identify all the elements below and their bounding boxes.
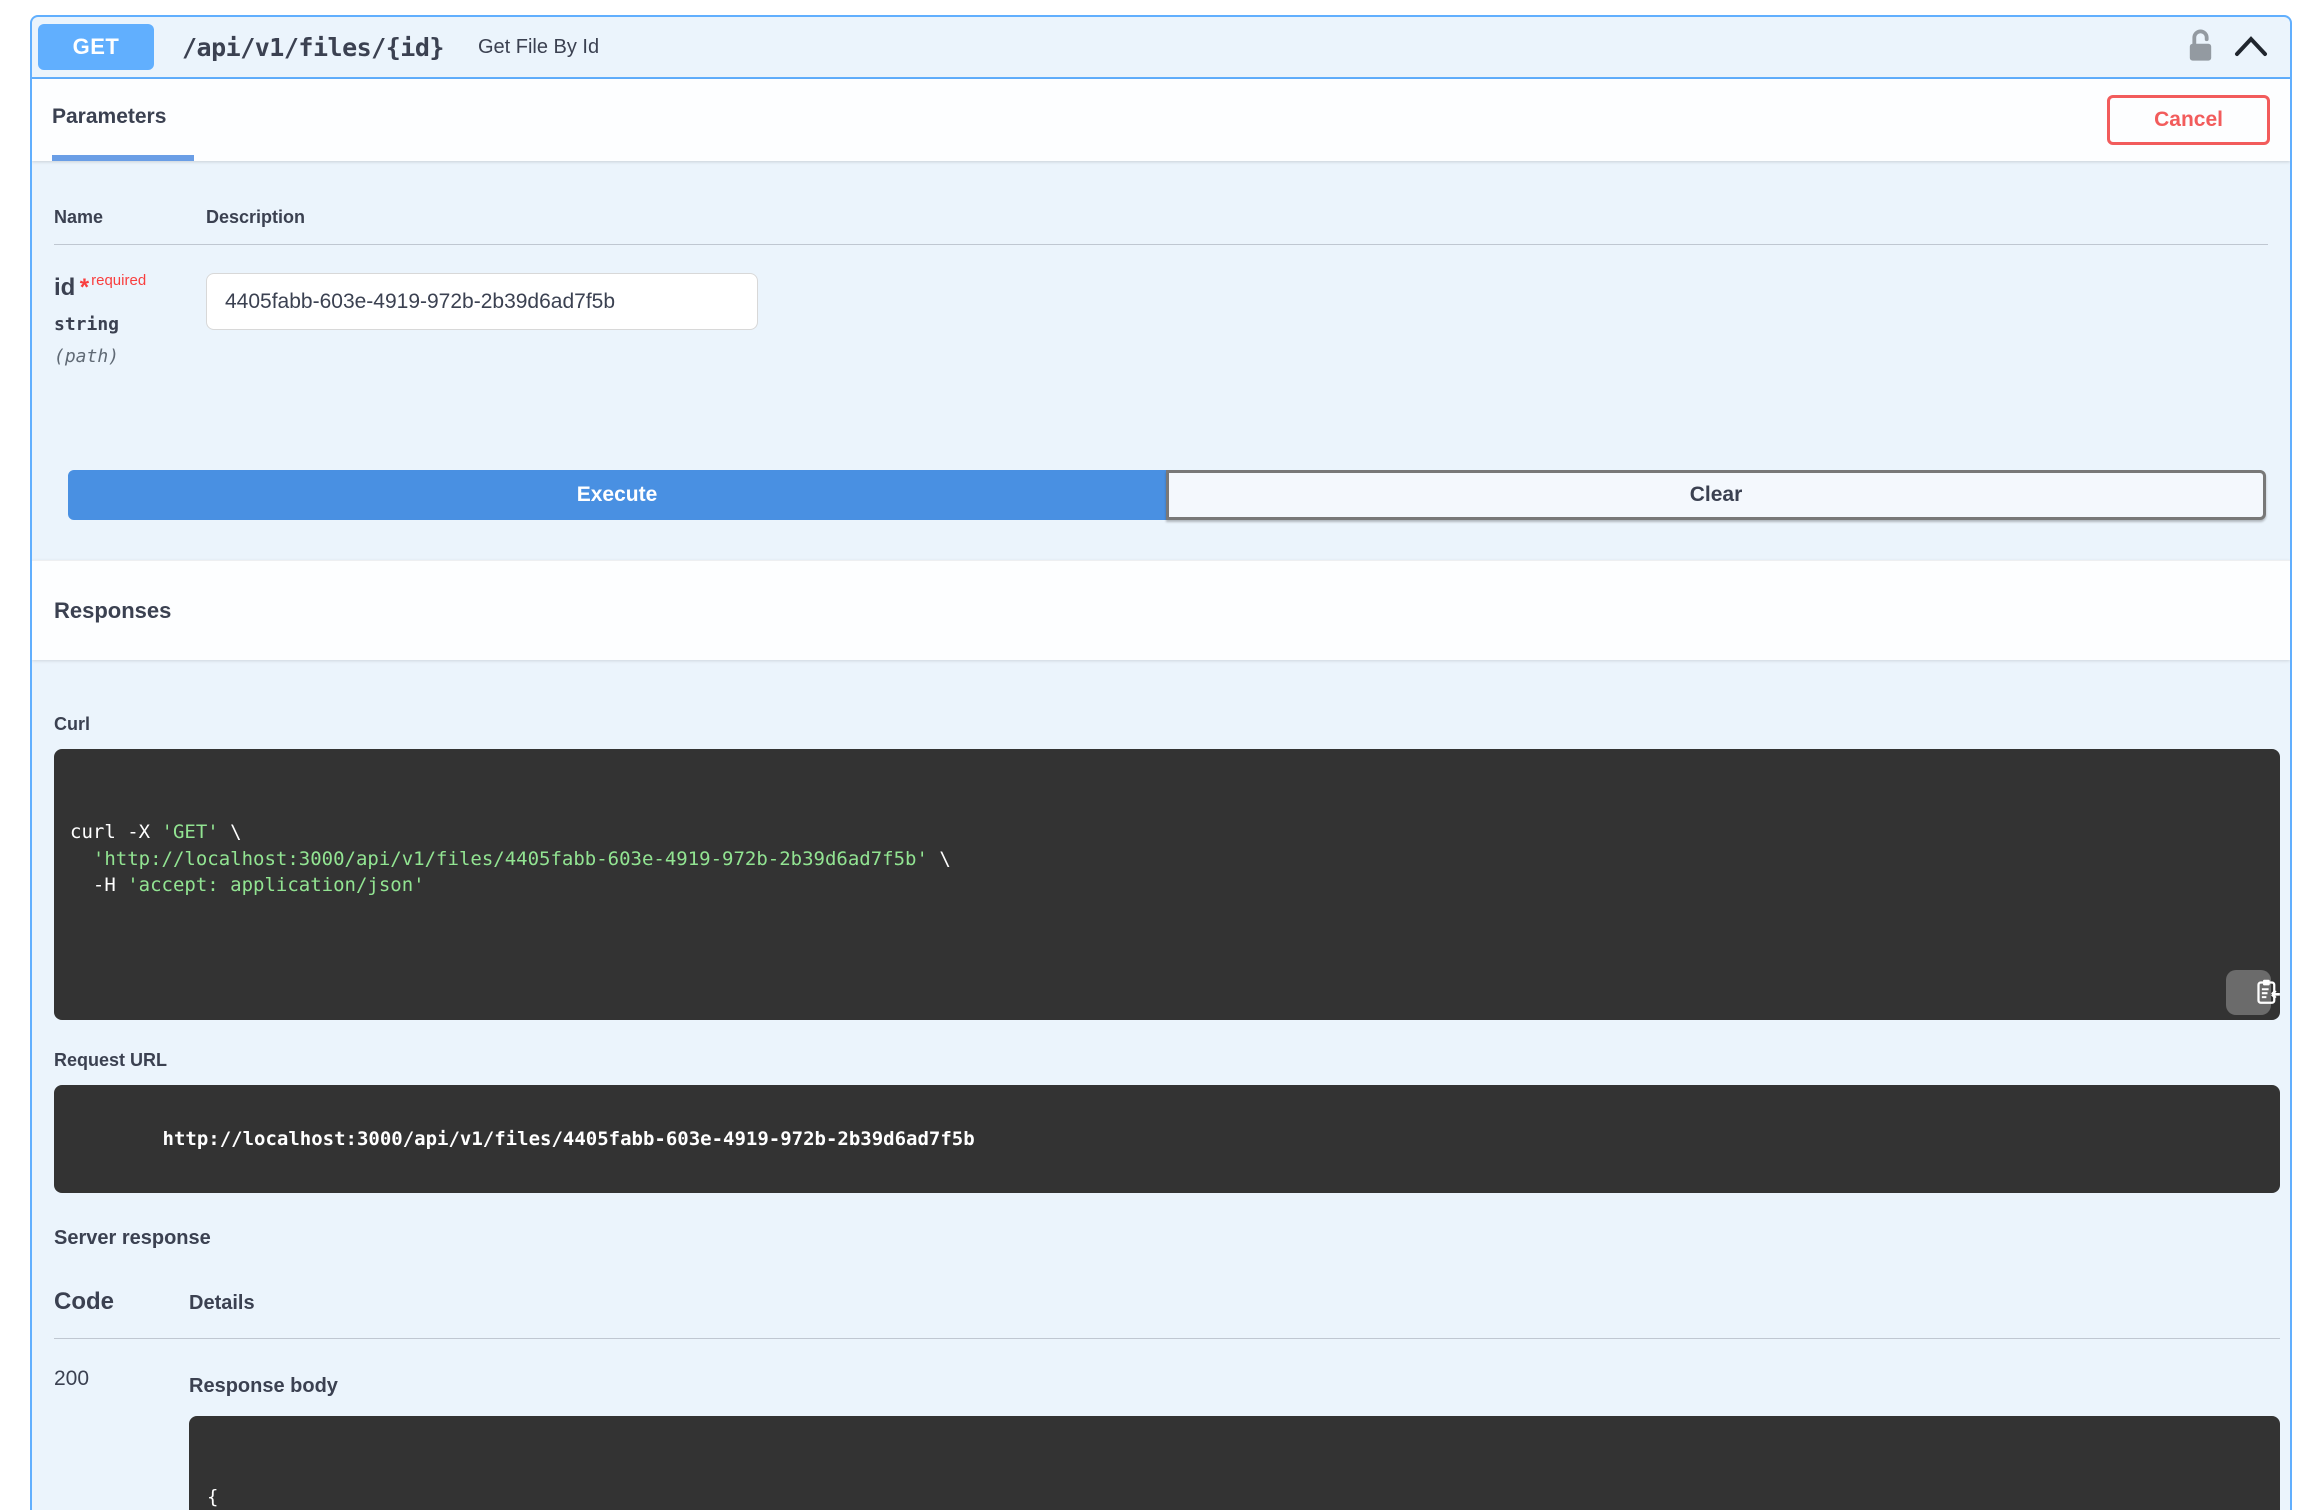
parameter-name: id — [54, 274, 76, 301]
curl-command-block: curl -X 'GET' \ 'http://localhost:3000/a… — [54, 749, 2280, 1020]
execute-button[interactable]: Execute — [68, 470, 1166, 520]
tab-parameters[interactable]: Parameters — [52, 79, 195, 161]
clear-button[interactable]: Clear — [1166, 470, 2266, 520]
collapse-button[interactable] — [2234, 35, 2268, 60]
column-header-description: Description — [206, 207, 306, 227]
parameter-name-cell: id * required string (path) — [54, 273, 206, 366]
column-header-name: Name — [54, 207, 104, 227]
parameters-section: Name Description id * required string (pa… — [32, 161, 2290, 560]
response-body-block: { "id": "4405fabb-603e-4919-972b-2b39d6a… — [189, 1415, 2280, 1510]
response-details-cell: Response body { "id": "4405fabb-603e-491… — [189, 1365, 2280, 1510]
tab-bar: Parameters Cancel — [32, 79, 2290, 161]
auth-lock-button[interactable] — [2187, 28, 2214, 66]
parameter-location: (path) — [54, 346, 120, 367]
curl-command-text: curl -X 'GET' \ 'http://localhost:3000/a… — [70, 821, 951, 896]
parameter-row-id: id * required string (path) — [54, 245, 2268, 366]
status-code: 200 — [54, 1366, 90, 1390]
required-label: required — [91, 272, 147, 289]
response-body-json: { "id": "4405fabb-603e-4919-972b-2b39d6a… — [207, 1485, 219, 1508]
required-star: * — [79, 274, 90, 301]
response-table-header: Code Details — [54, 1288, 2280, 1316]
chevron-up-icon — [2234, 35, 2268, 60]
request-url-section: Request URL http://localhost:3000/api/v1… — [54, 1050, 2280, 1193]
column-header-details: Details — [189, 1291, 255, 1314]
operation-block-get: GET /api/v1/files/{id} Get File By Id Pa… — [30, 15, 2292, 1510]
execute-button-group: Execute Clear — [68, 470, 2266, 520]
request-url-label: Request URL — [54, 1050, 168, 1070]
parameter-type: string — [54, 314, 120, 335]
clipboard-copy-icon — [2216, 963, 2280, 1021]
responses-section-header: Responses — [32, 560, 2290, 660]
id-parameter-input[interactable] — [206, 273, 758, 330]
operation-summary[interactable]: GET /api/v1/files/{id} Get File By Id — [32, 17, 2290, 79]
parameters-table-header: Name Description — [54, 207, 2268, 245]
cancel-button[interactable]: Cancel — [2107, 95, 2270, 145]
parameter-description-cell — [206, 273, 2268, 366]
unlock-icon — [2187, 28, 2214, 66]
endpoint-summary: Get File By Id — [477, 35, 600, 58]
response-row-200: 200 Response body { "id": "4405fabb-603e… — [54, 1365, 2280, 1510]
copy-to-clipboard-button[interactable] — [2226, 970, 2280, 1015]
response-table-divider — [54, 1337, 2280, 1339]
tab-parameters-label: Parameters — [52, 105, 167, 128]
column-header-code: Code — [54, 1287, 114, 1315]
responses-body: Curl curl -X 'GET' \ 'http://localhost:3… — [32, 660, 2290, 1510]
responses-title: Responses — [54, 597, 172, 623]
endpoint-path: /api/v1/files/{id} — [182, 32, 444, 62]
server-response-label: Server response — [54, 1226, 211, 1249]
response-body-label: Response body — [189, 1374, 338, 1397]
method-badge: GET — [38, 24, 154, 70]
request-url-block: http://localhost:3000/api/v1/files/4405f… — [54, 1085, 2280, 1193]
curl-label: Curl — [54, 714, 90, 734]
request-url-value: http://localhost:3000/api/v1/files/4405f… — [162, 1127, 975, 1150]
